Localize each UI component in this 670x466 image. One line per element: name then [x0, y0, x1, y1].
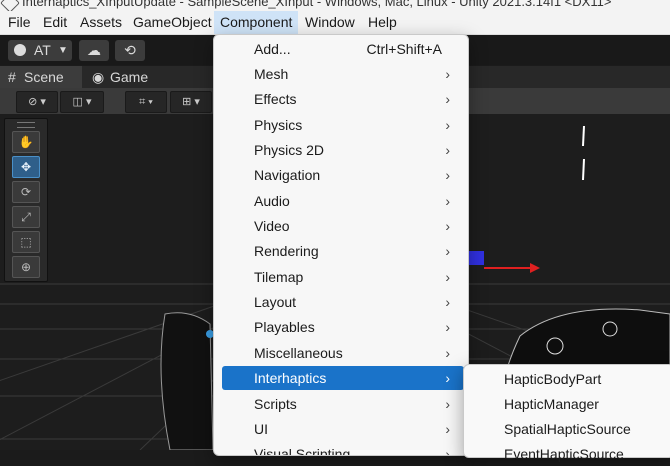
- chevron-right-icon: ›: [445, 319, 450, 335]
- grid-icon: #: [8, 69, 16, 85]
- chevron-right-icon: ›: [445, 421, 450, 437]
- chevron-right-icon: ›: [445, 91, 450, 107]
- palette-grip[interactable]: [17, 122, 35, 128]
- account-button[interactable]: AT ▼: [8, 40, 72, 61]
- pivot-icon: ⌗ ▾: [139, 96, 153, 108]
- gamepad-icon: ◉: [92, 69, 105, 85]
- menu-item-playables[interactable]: Playables ›: [222, 315, 464, 339]
- menu-item-visual-scripting[interactable]: Visual Scripting ›: [222, 442, 464, 456]
- chevron-right-icon: ›: [445, 142, 450, 158]
- menu-item-effects[interactable]: Effects ›: [222, 87, 464, 111]
- menu-item-layout[interactable]: Layout ›: [222, 290, 464, 314]
- rotate-tool-icon[interactable]: ⟳: [12, 181, 40, 203]
- chevron-right-icon: ›: [445, 294, 450, 310]
- menu-item-audio[interactable]: Audio ›: [222, 189, 464, 213]
- menu-edit[interactable]: Edit: [37, 11, 73, 34]
- blue-cube: [468, 251, 484, 265]
- component-menu: Add... Ctrl+Shift+A Mesh › Effects › Physi…: [213, 34, 469, 456]
- menu-item-miscellaneous[interactable]: Miscellaneous ›: [222, 341, 464, 365]
- chevron-right-icon: ›: [445, 167, 450, 183]
- menu-window[interactable]: Window: [299, 11, 361, 34]
- menu-assets[interactable]: Assets: [74, 11, 128, 34]
- submenu-item-spatialhapticsource[interactable]: SpatialHapticSource: [504, 417, 631, 441]
- chevron-right-icon: ›: [445, 370, 450, 386]
- submenu-item-eventhapticsource[interactable]: EventHapticSource: [504, 442, 624, 466]
- menu-item-video[interactable]: Video ›: [222, 214, 464, 238]
- unity-logo-icon: [0, 0, 20, 11]
- menu-item-ui[interactable]: UI ›: [222, 417, 464, 441]
- chevron-down-icon: ▼: [58, 45, 68, 56]
- chevron-right-icon: ›: [445, 218, 450, 234]
- menu-item-tilemap[interactable]: Tilemap ›: [222, 265, 464, 289]
- chevron-right-icon: ›: [445, 243, 450, 259]
- chevron-right-icon: ›: [445, 269, 450, 285]
- x-axis-arrow: [530, 263, 540, 273]
- window-title-bar: Interhaptics_XInputUpdate - SampleScene_…: [0, 0, 670, 11]
- menu-help[interactable]: Help: [362, 11, 403, 34]
- tab-game-label: Game: [110, 69, 149, 85]
- tab-scene-label: Scene: [24, 69, 64, 85]
- submenu-item-hapticmanager[interactable]: HapticManager: [504, 392, 599, 416]
- shortcut-label: Ctrl+Shift+A: [366, 41, 442, 57]
- tab-game[interactable]: ◉ Game: [86, 66, 166, 88]
- collab-button[interactable]: ⟲: [115, 40, 145, 61]
- account-icon: [14, 44, 26, 56]
- draw-mode-button[interactable]: ⊘ ▾: [16, 91, 58, 113]
- chevron-right-icon: ›: [445, 193, 450, 209]
- collab-icon: ⟲: [124, 42, 136, 58]
- menu-item-navigation[interactable]: Navigation ›: [222, 163, 464, 187]
- window-title: Interhaptics_XInputUpdate - SampleScene_…: [22, 0, 612, 9]
- menu-file[interactable]: File: [2, 11, 37, 34]
- submenu-item-hapticbodypart[interactable]: HapticBodyPart: [504, 367, 601, 391]
- menu-item-add[interactable]: Add... Ctrl+Shift+A: [222, 37, 464, 61]
- cloud-icon: ☁: [87, 42, 101, 58]
- menu-bar: File Edit Assets GameObject Component Wi…: [0, 11, 670, 35]
- tool-palette: ✋ ✥ ⟳ ⤢ ⬚ ⊕: [4, 118, 48, 282]
- chevron-right-icon: ›: [445, 117, 450, 133]
- grid-snap-button[interactable]: ⊞ ▾: [170, 91, 212, 113]
- chevron-right-icon: ›: [445, 66, 450, 82]
- cloud-button[interactable]: ☁: [79, 40, 109, 61]
- interhaptics-submenu: HapticBodyPart HapticManager SpatialHapt…: [463, 364, 670, 462]
- menu-item-scripts[interactable]: Scripts ›: [222, 392, 464, 416]
- tab-scene[interactable]: # Scene: [0, 66, 82, 88]
- account-label: AT: [34, 42, 51, 58]
- move-tool-icon[interactable]: ✥: [12, 156, 40, 178]
- gizmos-button[interactable]: ⌗ ▾: [125, 91, 167, 113]
- chevron-right-icon: ›: [445, 345, 450, 361]
- menu-item-interhaptics[interactable]: Interhaptics ›: [222, 366, 464, 390]
- hand-tool-icon[interactable]: ✋: [12, 131, 40, 153]
- menu-item-physics[interactable]: Physics ›: [222, 113, 464, 137]
- controller-model-left: [160, 312, 214, 450]
- draw-mode-icon: ⊘ ▾: [28, 96, 46, 108]
- chevron-right-icon: ›: [445, 396, 450, 412]
- shading-button[interactable]: ◫ ▾: [60, 91, 104, 113]
- grid-snap-icon: ⊞ ▾: [182, 96, 200, 108]
- menu-item-physics-2d[interactable]: Physics 2D ›: [222, 138, 464, 162]
- menu-component[interactable]: Component: [214, 11, 299, 34]
- menu-item-rendering[interactable]: Rendering ›: [222, 239, 464, 263]
- menu-item-mesh[interactable]: Mesh ›: [222, 62, 464, 86]
- chevron-right-icon: ›: [445, 446, 450, 456]
- transform-tool-icon[interactable]: ⊕: [12, 256, 40, 278]
- rect-tool-icon[interactable]: ⬚: [12, 231, 40, 253]
- cube-icon: ◫ ▾: [72, 96, 92, 108]
- menu-gameobject[interactable]: GameObject: [127, 11, 218, 34]
- scale-tool-icon[interactable]: ⤢: [12, 206, 40, 228]
